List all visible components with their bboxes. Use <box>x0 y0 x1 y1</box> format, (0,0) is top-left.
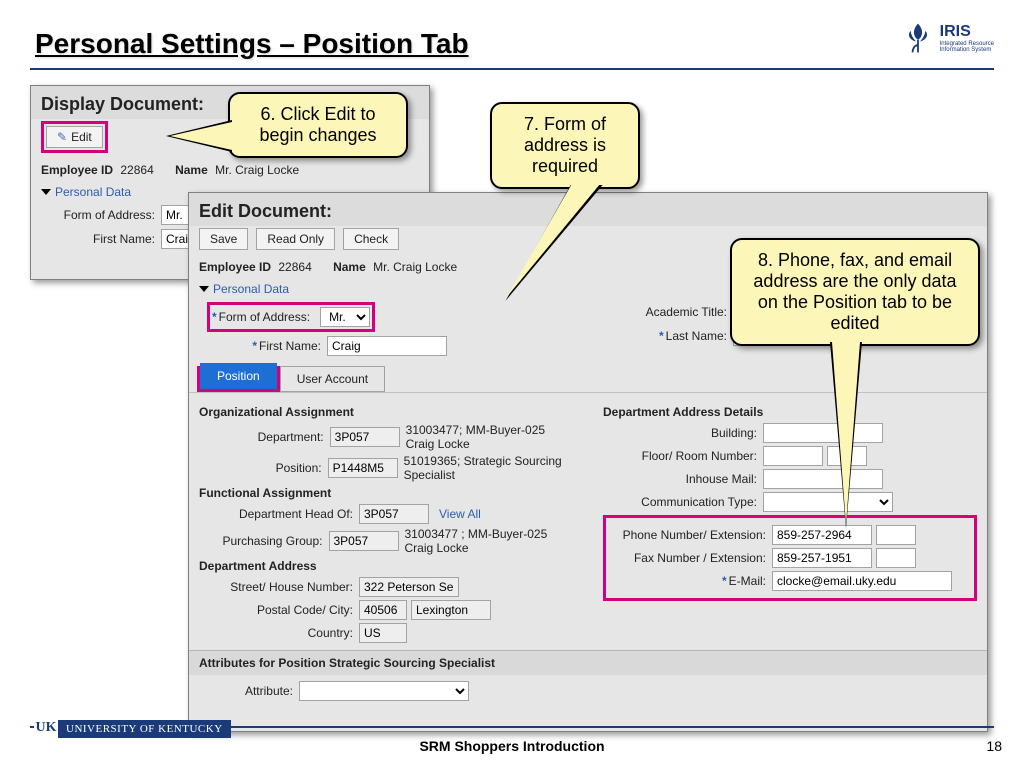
zip-input <box>359 600 407 620</box>
fn-label2: First Name: <box>259 339 321 353</box>
pos-input <box>328 458 398 478</box>
email-label: E-Mail: <box>729 574 766 588</box>
personal-data-section2[interactable]: Personal Data <box>189 278 299 300</box>
emp-id-value: 22864 <box>120 163 153 177</box>
iris-text: IRIS <box>940 23 994 41</box>
phone-input[interactable] <box>772 525 872 545</box>
uk-logo-icon: UK <box>34 717 58 739</box>
building-label: Building: <box>603 426 763 440</box>
page-title: Personal Settings – Position Tab <box>35 28 469 60</box>
dept-side: 31003477; MM-Buyer-025 Craig Locke <box>406 423 573 451</box>
foa-highlight: *Form of Address: Mr. <box>207 302 375 332</box>
edit-button-highlight: ✎ Edit <box>41 121 108 153</box>
building-input[interactable] <box>763 423 883 443</box>
callout-8-text: 8. Phone, fax, and email address are the… <box>753 250 956 333</box>
name-value: Mr. Craig Locke <box>215 163 299 177</box>
fax-label: Fax Number / Extension: <box>612 551 772 565</box>
iris-logo: IRIS Integrated Resource Information Sys… <box>900 20 994 56</box>
org-assign-header: Organizational Assignment <box>199 405 573 419</box>
iris-sub2: Information System <box>940 47 994 53</box>
dept-head-label: Department Head Of: <box>199 507 359 521</box>
emp-id-label2: Employee ID <box>199 260 271 274</box>
phone-label: Phone Number/ Extension: <box>612 528 772 542</box>
pg-input <box>329 531 399 551</box>
attributes-bar: Attributes for Position Strategic Sourci… <box>189 650 987 675</box>
pencil-icon: ✎ <box>57 130 67 144</box>
view-all-link[interactable]: View All <box>439 507 481 521</box>
name-label: Name <box>175 163 208 177</box>
attribute-select[interactable] <box>299 681 469 701</box>
emp-id-label: Employee ID <box>41 163 113 177</box>
callout-6: 6. Click Edit to begin changes <box>228 92 408 158</box>
dept-addr-header: Department Address <box>199 559 573 573</box>
fn-input2[interactable] <box>327 336 447 356</box>
callout-8: 8. Phone, fax, and email address are the… <box>730 238 980 346</box>
personal-data-label2: Personal Data <box>213 282 289 296</box>
chevron-down-icon <box>199 286 209 292</box>
fax-input[interactable] <box>772 548 872 568</box>
save-button[interactable]: Save <box>199 228 248 250</box>
city-input <box>411 600 491 620</box>
name-value2: Mr. Craig Locke <box>373 260 457 274</box>
foa-label2: Form of Address: <box>219 310 310 324</box>
pg-label: Purchasing Group: <box>199 534 329 548</box>
page-number: 18 <box>986 738 1002 754</box>
pos-side: 51019365; Strategic Sourcing Specialist <box>404 454 573 482</box>
required-star-icon: * <box>659 329 664 343</box>
iris-icon <box>900 20 936 56</box>
floor-label: Floor/ Room Number: <box>603 449 763 463</box>
inhouse-input[interactable] <box>763 469 883 489</box>
comm-select[interactable] <box>763 492 893 512</box>
callout-7: 7. Form of address is required <box>490 102 640 189</box>
country-input <box>359 623 407 643</box>
emp-id-value2: 22864 <box>278 260 311 274</box>
position-tab-highlight: Position <box>197 366 280 392</box>
footer-title: SRM Shoppers Introduction <box>0 738 1024 754</box>
country-label: Country: <box>199 626 359 640</box>
foa-select[interactable]: Mr. <box>320 307 370 327</box>
required-star-icon: * <box>212 310 217 324</box>
pos-label: Position: <box>199 461 328 475</box>
city-label: Postal Code/ City: <box>199 603 359 617</box>
fn-label: First Name: <box>41 232 161 246</box>
personal-data-section[interactable]: Personal Data <box>31 181 141 203</box>
attribute-label: Attribute: <box>199 684 299 698</box>
required-star-icon: * <box>722 574 727 588</box>
addr-details-header: Department Address Details <box>603 405 977 419</box>
callout-6-text: 6. Click Edit to begin changes <box>259 104 376 145</box>
dept-label: Department: <box>199 430 330 444</box>
floor-input[interactable] <box>763 446 823 466</box>
foa-label: Form of Address: <box>41 208 161 222</box>
name-label2: Name <box>333 260 366 274</box>
uk-badge: UNIVERSITY OF KENTUCKY <box>40 720 231 738</box>
chevron-down-icon <box>41 189 51 195</box>
edit-button[interactable]: ✎ Edit <box>46 126 103 148</box>
street-input <box>359 577 459 597</box>
title-rule <box>30 68 994 70</box>
pg-side: 31003477 ; MM-Buyer-025 Craig Locke <box>405 527 574 555</box>
fax-ext-input[interactable] <box>876 548 916 568</box>
comm-label: Communication Type: <box>603 495 763 509</box>
tab-user-account[interactable]: User Account <box>280 366 385 392</box>
check-button[interactable]: Check <box>343 228 399 250</box>
required-star-icon: * <box>252 339 257 353</box>
tab-position[interactable]: Position <box>200 363 277 389</box>
street-label: Street/ House Number: <box>199 580 359 594</box>
personal-data-label: Personal Data <box>55 185 131 199</box>
readonly-button[interactable]: Read Only <box>256 228 335 250</box>
callout-7-text: 7. Form of address is required <box>524 114 606 176</box>
acad-label: Academic Title: <box>613 305 733 319</box>
contact-fields-highlight: Phone Number/ Extension: Fax Number / Ex… <box>603 515 977 601</box>
dept-input <box>330 427 400 447</box>
ln-label: Last Name: <box>666 329 727 343</box>
phone-ext-input[interactable] <box>876 525 916 545</box>
func-assign-header: Functional Assignment <box>199 486 573 500</box>
dept-head-input <box>359 504 429 524</box>
edit-label: Edit <box>71 130 92 144</box>
inhouse-label: Inhouse Mail: <box>603 472 763 486</box>
email-input[interactable] <box>772 571 952 591</box>
